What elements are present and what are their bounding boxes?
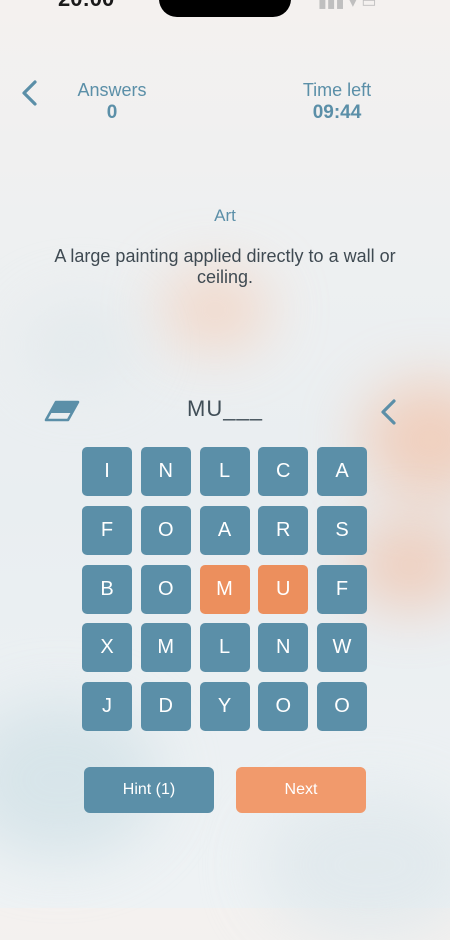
letter-tile[interactable]: I <box>82 447 132 496</box>
letter-tile[interactable]: A <box>317 447 367 496</box>
letter-tile[interactable]: R <box>258 505 309 555</box>
answers-value: 0 <box>106 102 118 123</box>
delete-letter-button[interactable] <box>378 398 400 426</box>
letter-tile[interactable]: S <box>317 505 367 555</box>
letter-tile[interactable]: D <box>140 682 191 731</box>
answers-counter: Answers 0 <box>70 80 154 124</box>
letter-tile[interactable]: O <box>140 564 191 614</box>
category-label: Art <box>214 206 236 225</box>
letter-tile[interactable]: U <box>258 564 309 614</box>
next-button[interactable]: Next <box>236 767 366 813</box>
letter-tile[interactable]: A <box>199 505 250 555</box>
back-button[interactable] <box>18 78 42 108</box>
time-left-value: 09:44 <box>312 102 362 123</box>
letter-tile[interactable]: M <box>199 564 250 614</box>
letter-tile[interactable]: J <box>82 682 132 731</box>
letter-tile[interactable]: L <box>199 623 250 673</box>
letter-tile[interactable]: B <box>82 564 132 614</box>
letter-tile[interactable]: N <box>258 623 309 673</box>
time-left-label: Time left <box>302 80 372 100</box>
answers-label: Answers <box>77 80 147 100</box>
letter-tile[interactable]: F <box>317 564 367 614</box>
letter-tile[interactable]: M <box>140 623 191 673</box>
signal-wifi-battery-icon: ▮▮▮ ▾ ▭ <box>318 0 377 11</box>
camera-notch <box>159 0 291 17</box>
letter-tile[interactable]: N <box>140 447 191 496</box>
letter-tile[interactable]: Y <box>199 682 250 731</box>
status-bar: 20:00 ▮▮▮ ▾ ▭ <box>0 0 450 20</box>
letter-tile[interactable]: L <box>199 447 250 496</box>
status-time: 20:00 <box>58 0 114 12</box>
letter-tile[interactable]: W <box>317 623 367 673</box>
time-left: Time left 09:44 <box>293 80 381 124</box>
clue-text: A large painting applied directly to a w… <box>54 246 396 287</box>
letter-tile[interactable]: O <box>317 682 367 731</box>
letter-tile[interactable]: X <box>82 623 132 673</box>
hint-button[interactable]: Hint (1) <box>84 767 214 813</box>
letter-tile[interactable]: C <box>258 447 309 496</box>
letter-tile[interactable]: O <box>258 682 309 731</box>
letter-tile[interactable]: F <box>82 505 132 555</box>
letter-tile[interactable]: O <box>140 505 191 555</box>
